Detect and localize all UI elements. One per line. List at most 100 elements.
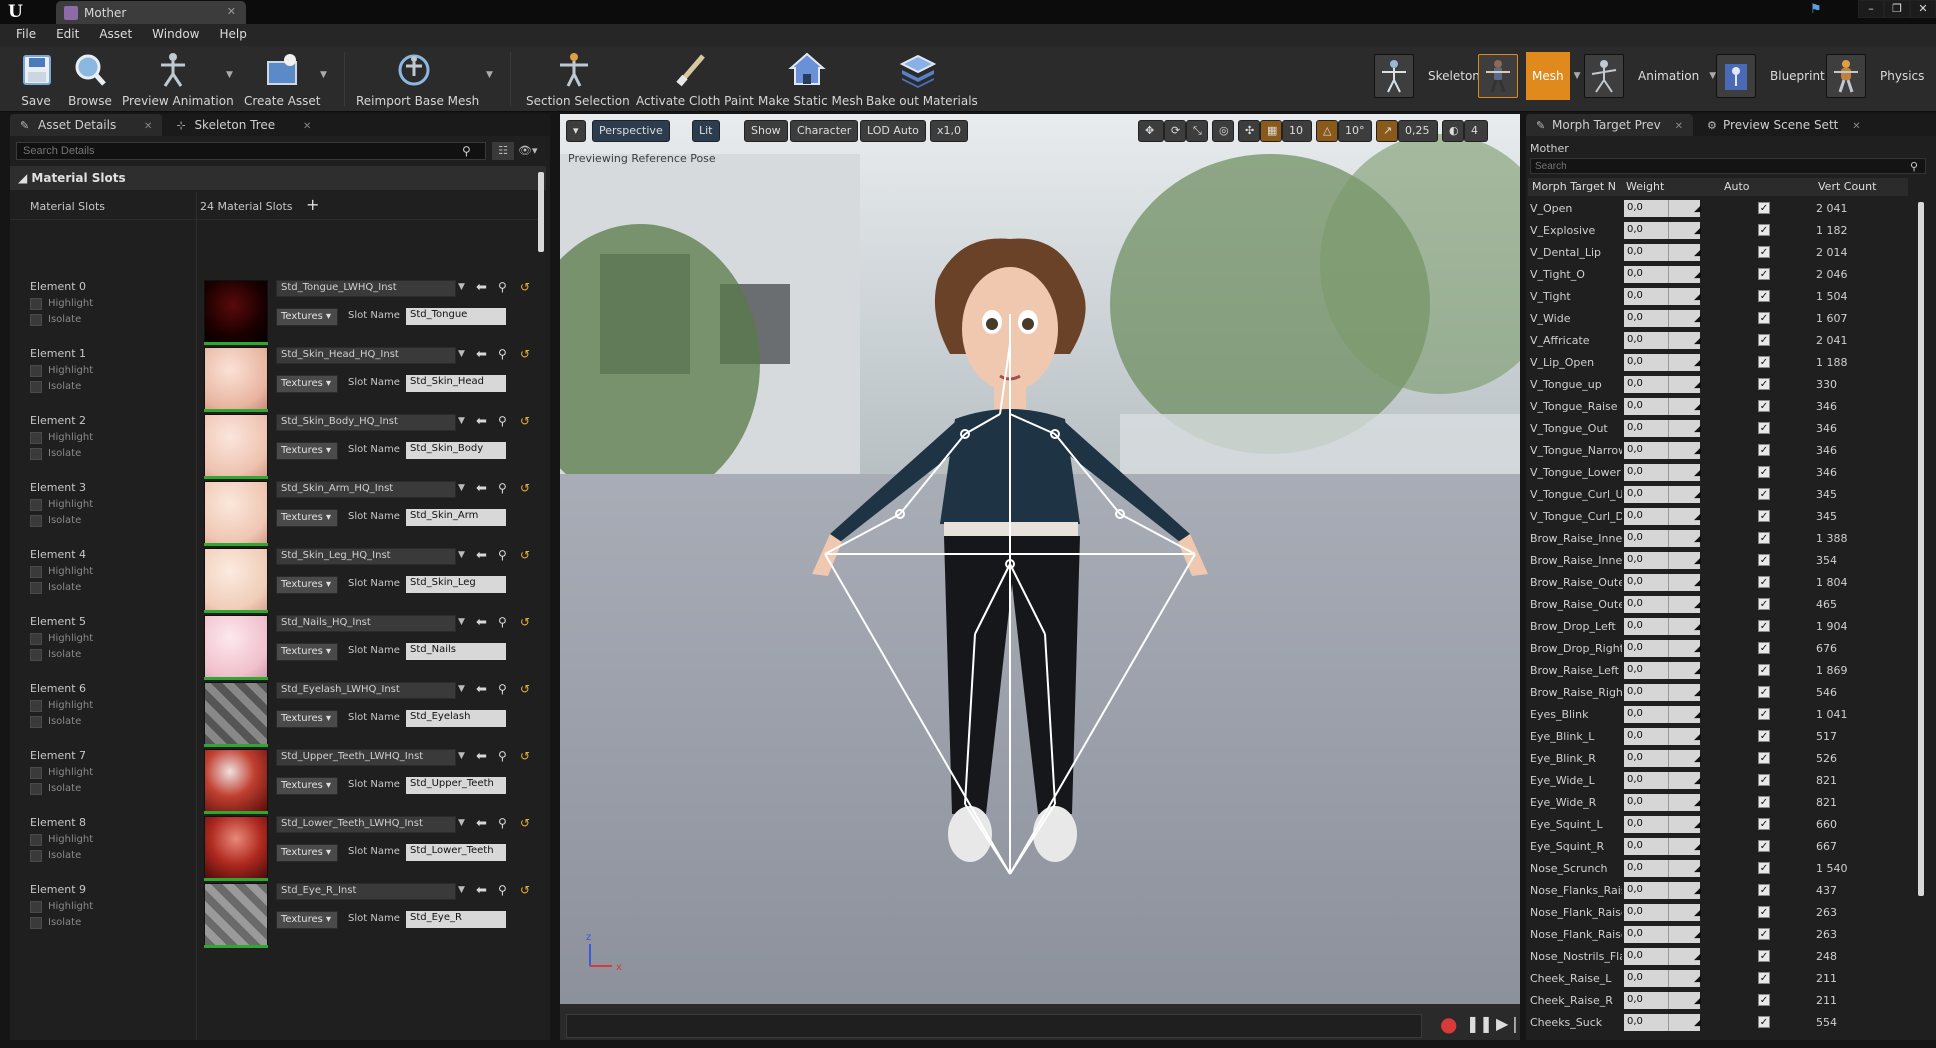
weight-spinbox[interactable]: 0,0: [1624, 640, 1700, 657]
weight-slider-icon[interactable]: ◢: [1694, 820, 1701, 830]
textures-dropdown[interactable]: Textures ▾: [276, 308, 338, 326]
morph-target-row[interactable]: Brow_Raise_Outer 0,0 ◢ ✓ 1 804: [1528, 572, 1912, 594]
weight-slider-icon[interactable]: ◢: [1694, 666, 1701, 676]
morph-target-row[interactable]: Cheeks_Suck 0,0 ◢ ✓ 554: [1528, 1012, 1912, 1034]
highlight-checkbox[interactable]: [30, 901, 42, 913]
material-picker[interactable]: Std_Skin_Head_HQ_Inst: [276, 347, 456, 364]
auto-checkbox[interactable]: ✓: [1758, 246, 1770, 258]
mode-blueprint-button[interactable]: Blueprint: [1716, 52, 1831, 100]
lod-auto-button[interactable]: LOD Auto: [860, 120, 926, 142]
auto-checkbox[interactable]: ✓: [1758, 642, 1770, 654]
auto-checkbox[interactable]: ✓: [1758, 532, 1770, 544]
auto-checkbox[interactable]: ✓: [1758, 796, 1770, 808]
create-asset-button[interactable]: Create Asset: [244, 50, 321, 108]
use-selected-asset-icon[interactable]: ⬅: [476, 615, 487, 630]
make-static-mesh-button[interactable]: Make Static Mesh: [758, 50, 863, 108]
mode-physics-button[interactable]: Physics: [1826, 52, 1930, 100]
morph-target-row[interactable]: Brow_Raise_Inner 0,0 ◢ ✓ 1 388: [1528, 528, 1912, 550]
weight-slider-icon[interactable]: ◢: [1694, 248, 1701, 258]
mesh-mode-dropdown[interactable]: ▼: [1574, 71, 1581, 81]
weight-slider-icon[interactable]: ◢: [1694, 226, 1701, 236]
morph-target-row[interactable]: V_Affricate 0,0 ◢ ✓ 2 041: [1528, 330, 1912, 352]
reimport-dropdown[interactable]: ▼: [486, 70, 493, 80]
weight-slider-icon[interactable]: ◢: [1694, 578, 1701, 588]
weight-slider-icon[interactable]: ◢: [1694, 556, 1701, 566]
tab-morph-target-preview[interactable]: ✎ Morph Target Prev ✕: [1526, 114, 1694, 136]
auto-checkbox[interactable]: ✓: [1758, 664, 1770, 676]
weight-spinbox[interactable]: 0,0: [1624, 794, 1700, 811]
textures-dropdown[interactable]: Textures ▾: [276, 643, 338, 661]
chevron-down-icon[interactable]: ▼: [458, 550, 465, 560]
material-picker[interactable]: Std_Lower_Teeth_LWHQ_Inst: [276, 816, 456, 833]
view-options-button[interactable]: ☷: [492, 142, 514, 160]
morph-target-row[interactable]: V_Tongue_up 0,0 ◢ ✓ 330: [1528, 374, 1912, 396]
morph-target-row[interactable]: Nose_Nostrils_Flare 0,0 ◢ ✓ 248: [1528, 946, 1912, 968]
morph-target-row[interactable]: V_Wide 0,0 ◢ ✓ 1 607: [1528, 308, 1912, 330]
weight-spinbox[interactable]: 0,0: [1624, 574, 1700, 591]
menu-help[interactable]: Help: [209, 24, 256, 46]
maximize-button[interactable]: ❐: [1884, 0, 1910, 18]
morph-target-row[interactable]: Nose_Flanks_Raise 0,0 ◢ ✓ 437: [1528, 880, 1912, 902]
rotation-snap-value[interactable]: 10°: [1338, 120, 1372, 142]
morph-target-row[interactable]: V_Explosive 0,0 ◢ ✓ 1 182: [1528, 220, 1912, 242]
mode-animation-button[interactable]: Animation ▼: [1584, 52, 1716, 100]
reset-to-default-icon[interactable]: ↺: [520, 548, 530, 562]
highlight-checkbox[interactable]: [30, 633, 42, 645]
material-picker[interactable]: Std_Nails_HQ_Inst: [276, 615, 456, 632]
bake-out-materials-button[interactable]: Bake out Materials: [866, 50, 978, 108]
weight-slider-icon[interactable]: ◢: [1694, 468, 1701, 478]
morph-target-row[interactable]: V_Tongue_Curl_D 0,0 ◢ ✓ 345: [1528, 506, 1912, 528]
weight-spinbox[interactable]: 0,0: [1624, 926, 1700, 943]
weight-slider-icon[interactable]: ◢: [1694, 1018, 1701, 1028]
close-tab-icon[interactable]: ✕: [144, 121, 152, 132]
weight-slider-icon[interactable]: ◢: [1694, 314, 1701, 324]
morph-target-row[interactable]: V_Tongue_Lower 0,0 ◢ ✓ 346: [1528, 462, 1912, 484]
material-slots-section-header[interactable]: ◢ Material Slots: [10, 166, 546, 190]
browse-asset-icon[interactable]: ⚲: [498, 414, 507, 428]
slot-name-input[interactable]: Std_Eyelash: [406, 710, 506, 727]
tab-asset-details[interactable]: ✎ Asset Details ✕: [10, 114, 163, 136]
material-thumbnail[interactable]: [204, 414, 268, 478]
auto-checkbox[interactable]: ✓: [1758, 752, 1770, 764]
morph-target-row[interactable]: Eye_Wide_R 0,0 ◢ ✓ 821: [1528, 792, 1912, 814]
textures-dropdown[interactable]: Textures ▾: [276, 777, 338, 795]
morph-target-row[interactable]: V_Tight_O 0,0 ◢ ✓ 2 046: [1528, 264, 1912, 286]
mode-skeleton-button[interactable]: Skeleton: [1374, 52, 1486, 100]
world-local-icon[interactable]: ◎: [1212, 120, 1234, 142]
morph-target-row[interactable]: Nose_Flank_Raise 0,0 ◢ ✓ 263: [1528, 902, 1912, 924]
highlight-checkbox[interactable]: [30, 432, 42, 444]
morph-target-row[interactable]: V_Dental_Lip 0,0 ◢ ✓ 2 014: [1528, 242, 1912, 264]
weight-spinbox[interactable]: 0,0: [1624, 244, 1700, 261]
browse-asset-icon[interactable]: ⚲: [498, 347, 507, 361]
weight-slider-icon[interactable]: ◢: [1694, 710, 1701, 720]
character-button[interactable]: Character: [790, 120, 859, 142]
textures-dropdown[interactable]: Textures ▾: [276, 844, 338, 862]
weight-spinbox[interactable]: 0,0: [1624, 596, 1700, 613]
reset-to-default-icon[interactable]: ↺: [520, 883, 530, 897]
use-selected-asset-icon[interactable]: ⬅: [476, 749, 487, 764]
textures-dropdown[interactable]: Textures ▾: [276, 509, 338, 527]
auto-checkbox[interactable]: ✓: [1758, 928, 1770, 940]
slot-name-input[interactable]: Std_Nails: [406, 643, 506, 660]
auto-checkbox[interactable]: ✓: [1758, 334, 1770, 346]
chevron-down-icon[interactable]: ▼: [458, 751, 465, 761]
use-selected-asset-icon[interactable]: ⬅: [476, 682, 487, 697]
auto-checkbox[interactable]: ✓: [1758, 576, 1770, 588]
weight-slider-icon[interactable]: ◢: [1694, 798, 1701, 808]
highlight-checkbox[interactable]: [30, 365, 42, 377]
chevron-down-icon[interactable]: ▼: [458, 282, 465, 292]
weight-slider-icon[interactable]: ◢: [1694, 446, 1701, 456]
reset-to-default-icon[interactable]: ↺: [520, 414, 530, 428]
weight-slider-icon[interactable]: ◢: [1694, 622, 1701, 632]
weight-slider-icon[interactable]: ◢: [1694, 842, 1701, 852]
weight-spinbox[interactable]: 0,0: [1624, 508, 1700, 525]
morph-target-search-input[interactable]: [1530, 158, 1926, 174]
weight-spinbox[interactable]: 0,0: [1624, 376, 1700, 393]
search-details-input[interactable]: [16, 142, 486, 160]
slot-name-input[interactable]: Std_Skin_Body: [406, 442, 506, 459]
browse-asset-icon[interactable]: ⚲: [498, 481, 507, 495]
reset-to-default-icon[interactable]: ↺: [520, 615, 530, 629]
material-thumbnail[interactable]: [204, 481, 268, 545]
weight-spinbox[interactable]: 0,0: [1624, 530, 1700, 547]
morph-target-row[interactable]: Eyes_Blink 0,0 ◢ ✓ 1 041: [1528, 704, 1912, 726]
